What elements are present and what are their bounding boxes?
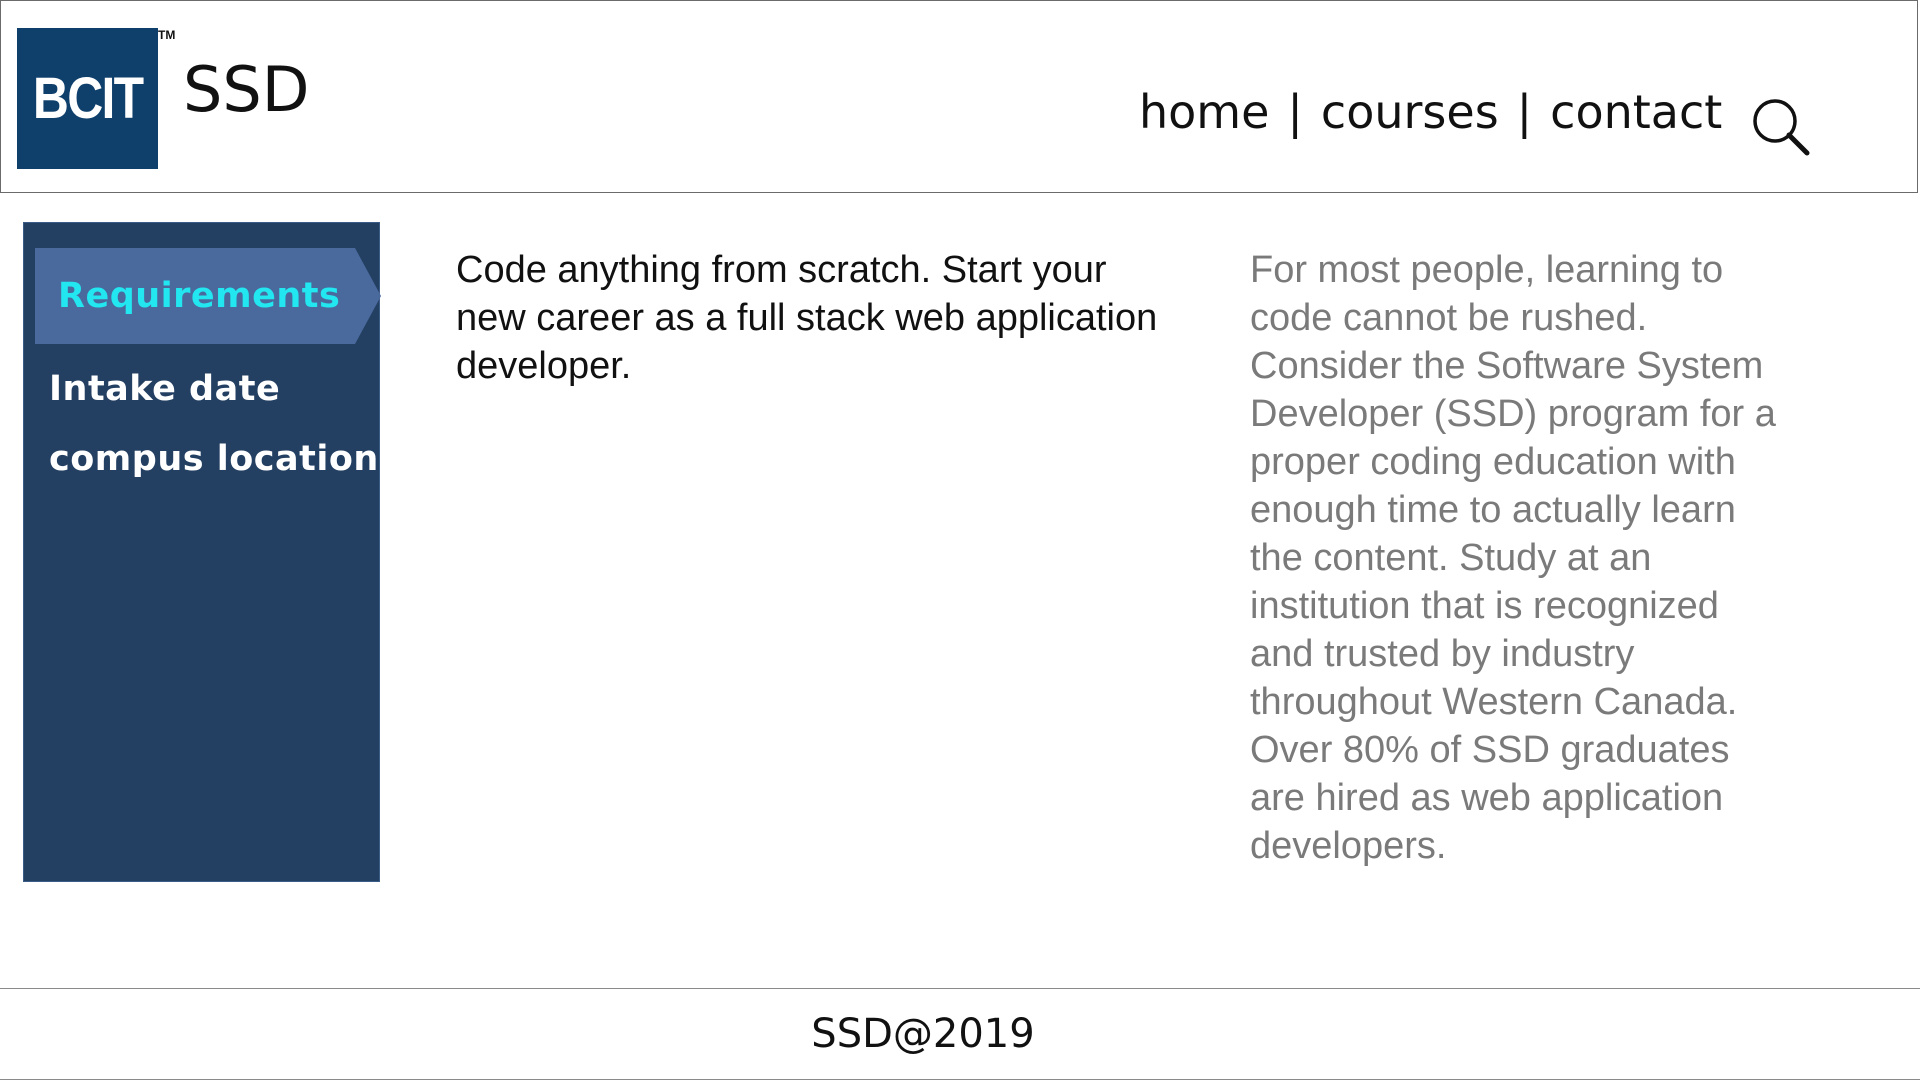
footer-copyright: SSD@2019 [811, 1011, 1035, 1057]
sidebar: Requirements Intake date compus location [23, 222, 381, 882]
nav-contact-link[interactable]: contact [1550, 89, 1722, 135]
sidebar-item-requirements[interactable]: Requirements [35, 248, 381, 344]
search-button[interactable] [1751, 97, 1811, 157]
page: BCIT TM SSD home | courses | contact Req… [0, 0, 1920, 1080]
search-icon [1753, 99, 1810, 156]
logo-trademark: TM [158, 28, 176, 42]
sidebar-item-label: Requirements [58, 276, 341, 316]
sidebar-item-intake-date[interactable]: Intake date [49, 369, 280, 409]
program-description: For most people, learning to code cannot… [1250, 249, 1776, 867]
nav-separator: | [1287, 85, 1303, 139]
intro-text: Code anything from scratch. Start your n… [456, 249, 1158, 387]
site-title: SSD [183, 53, 310, 126]
site-footer: SSD@2019 [0, 988, 1920, 1080]
nav-home-link[interactable]: home [1139, 89, 1269, 135]
logo-text: BCIT [32, 66, 144, 131]
nav-courses-link[interactable]: courses [1321, 89, 1499, 135]
sidebar-item-campus-location[interactable]: compus location [49, 439, 379, 479]
site-header: BCIT TM SSD home | courses | contact [0, 0, 1918, 193]
bcit-logo[interactable]: BCIT [17, 28, 158, 169]
main-nav: home | courses | contact [1139, 89, 1722, 135]
nav-separator: | [1516, 85, 1533, 139]
